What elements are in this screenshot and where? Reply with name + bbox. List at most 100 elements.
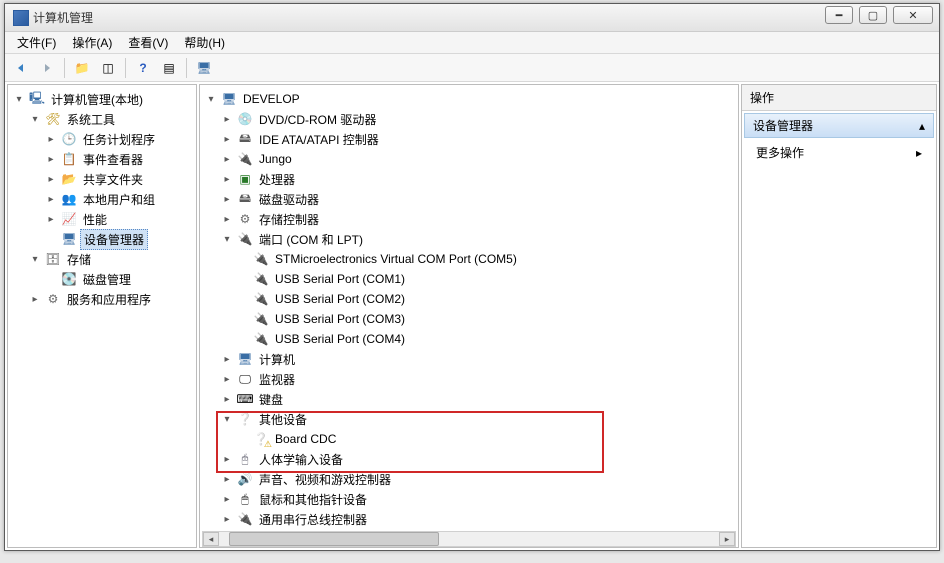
expander-icon[interactable]: ▾ — [220, 232, 234, 246]
scroll-left-button[interactable]: ◂ — [203, 532, 219, 546]
device-node-usb[interactable]: ▸ 🔌 通用串行总线控制器 — [202, 509, 736, 529]
device-node-ide[interactable]: ▸ 🖴 IDE ATA/ATAPI 控制器 — [202, 129, 736, 149]
scroll-thumb[interactable] — [229, 532, 439, 546]
expander-icon[interactable]: ▸ — [44, 192, 58, 206]
expander-icon[interactable]: ▾ — [12, 92, 26, 106]
maximize-button[interactable]: ▢ — [859, 6, 887, 24]
expander-icon[interactable]: ▸ — [44, 152, 58, 166]
device-node-board-cdc[interactable]: · ❔ Board CDC — [202, 429, 736, 449]
node-label: 端口 (COM 和 LPT) — [256, 230, 366, 249]
content-area: ▾ 🖳 计算机管理(本地) ▾ 🛠 系统工具 — [5, 82, 939, 550]
action-label: 更多操作 — [756, 144, 804, 161]
tree-node-shared-folders[interactable]: ▸ 📂 共享文件夹 — [10, 169, 194, 189]
expander-icon[interactable]: ▸ — [28, 292, 42, 306]
menu-help[interactable]: 帮助(H) — [176, 32, 233, 53]
tree-node-system-tools[interactable]: ▾ 🛠 系统工具 — [10, 109, 194, 129]
tree-node-event-viewer[interactable]: ▸ 📋 事件查看器 — [10, 149, 194, 169]
tree-node-root[interactable]: ▾ 🖳 计算机管理(本地) — [10, 89, 194, 109]
expander-icon[interactable]: ▸ — [44, 132, 58, 146]
device-node-computer[interactable]: ▸ 🖥 计算机 — [202, 349, 736, 369]
node-label: USB Serial Port (COM1) — [272, 271, 408, 287]
help-button[interactable]: ? — [131, 57, 155, 79]
tree-node-task-scheduler[interactable]: ▸ 🕒 任务计划程序 — [10, 129, 194, 149]
expander-icon[interactable]: ▸ — [220, 372, 234, 386]
menu-view[interactable]: 查看(V) — [120, 32, 176, 53]
menu-action[interactable]: 操作(A) — [64, 32, 120, 53]
horizontal-scrollbar[interactable]: ◂ ▸ — [202, 531, 736, 547]
scroll-right-button[interactable]: ▸ — [719, 532, 735, 546]
expander-icon[interactable]: ▾ — [28, 112, 42, 126]
console-tree[interactable]: ▾ 🖳 计算机管理(本地) ▾ 🛠 系统工具 — [7, 84, 197, 548]
device-node-hid[interactable]: ▸ 🖰 人体学输入设备 — [202, 449, 736, 469]
expander-icon[interactable]: ▸ — [220, 392, 234, 406]
users-icon: 👥 — [61, 191, 77, 207]
back-button[interactable] — [9, 57, 33, 79]
scroll-track[interactable] — [219, 532, 719, 546]
tree-node-device-manager[interactable]: · 🖥 设备管理器 — [10, 229, 194, 249]
device-node-com-port[interactable]: · 🔌 STMicroelectronics Virtual COM Port … — [202, 249, 736, 269]
toolbar-separator — [186, 58, 187, 78]
computer-icon: 🖥 — [237, 351, 253, 367]
device-node-mouse[interactable]: ▸ 🖱 鼠标和其他指针设备 — [202, 489, 736, 509]
eventvwr-icon: 📋 — [61, 151, 77, 167]
device-node-root[interactable]: ▾ 🖥 DEVELOP — [202, 89, 736, 109]
expander-icon[interactable]: ▾ — [28, 252, 42, 266]
device-tree[interactable]: ▾ 🖥 DEVELOP ▸ 💿 DVD/CD-ROM 驱动器 ▸ — [200, 85, 738, 531]
device-node-com-port[interactable]: · 🔌 USB Serial Port (COM3) — [202, 309, 736, 329]
device-node-jungo[interactable]: ▸ 🔌 Jungo — [202, 149, 736, 169]
actions-group-header[interactable]: 设备管理器 ▴ — [744, 113, 934, 138]
expander-icon[interactable]: ▸ — [220, 352, 234, 366]
node-label: 共享文件夹 — [80, 170, 146, 189]
expander-icon[interactable]: ▸ — [220, 512, 234, 526]
device-node-keyboard[interactable]: ▸ ⌨ 键盘 — [202, 389, 736, 409]
shared-icon: 📂 — [61, 171, 77, 187]
device-node-dvd[interactable]: ▸ 💿 DVD/CD-ROM 驱动器 — [202, 109, 736, 129]
expander-icon[interactable]: ▸ — [220, 152, 234, 166]
scan-hardware-button[interactable]: 🖥 — [192, 57, 216, 79]
expander-icon[interactable]: ▸ — [220, 192, 234, 206]
device-node-com-port[interactable]: · 🔌 USB Serial Port (COM2) — [202, 289, 736, 309]
device-node-disk-drives[interactable]: ▸ 🖴 磁盘驱动器 — [202, 189, 736, 209]
tree-node-local-users[interactable]: ▸ 👥 本地用户和组 — [10, 189, 194, 209]
node-label: USB Serial Port (COM4) — [272, 331, 408, 347]
up-button[interactable]: 📁 — [70, 57, 94, 79]
device-node-monitor[interactable]: ▸ 🖵 监视器 — [202, 369, 736, 389]
show-hide-tree-button[interactable]: ◫ — [96, 57, 120, 79]
device-node-storage-controllers[interactable]: ▸ ⚙ 存储控制器 — [202, 209, 736, 229]
expander-icon[interactable]: ▸ — [220, 492, 234, 506]
node-label: 处理器 — [256, 170, 298, 189]
expander-icon[interactable]: ▾ — [220, 412, 234, 426]
expander-icon[interactable]: ▸ — [220, 132, 234, 146]
expander-icon[interactable]: ▸ — [220, 452, 234, 466]
device-node-com-port[interactable]: · 🔌 USB Serial Port (COM1) — [202, 269, 736, 289]
tree-node-storage[interactable]: ▾ 🗄 存储 — [10, 249, 194, 269]
monitor-icon: 🖵 — [237, 371, 253, 387]
storage-icon: 🗄 — [45, 251, 61, 267]
dvd-icon: 💿 — [237, 111, 253, 127]
expander-icon[interactable]: ▸ — [220, 472, 234, 486]
other-devices-icon: ❔ — [237, 411, 253, 427]
minimize-button[interactable]: ━ — [825, 6, 853, 24]
device-node-com-port[interactable]: · 🔌 USB Serial Port (COM4) — [202, 329, 736, 349]
device-node-ports[interactable]: ▾ 🔌 端口 (COM 和 LPT) — [202, 229, 736, 249]
main-window: 计算机管理 ━ ▢ ✕ 文件(F) 操作(A) 查看(V) 帮助(H) 📁 ◫ … — [4, 3, 940, 551]
properties-button[interactable]: ▤ — [157, 57, 181, 79]
device-node-cpu[interactable]: ▸ ▣ 处理器 — [202, 169, 736, 189]
forward-button[interactable] — [35, 57, 59, 79]
tree-node-performance[interactable]: ▸ 📈 性能 — [10, 209, 194, 229]
expander-icon[interactable]: ▸ — [220, 112, 234, 126]
expander-icon[interactable]: ▸ — [220, 172, 234, 186]
expander-icon[interactable]: ▾ — [204, 92, 218, 106]
menu-file[interactable]: 文件(F) — [9, 32, 64, 53]
action-more[interactable]: 更多操作 ▸ — [742, 140, 936, 165]
device-node-sound[interactable]: ▸ 🔊 声音、视频和游戏控制器 — [202, 469, 736, 489]
device-node-other-devices[interactable]: ▾ ❔ 其他设备 — [202, 409, 736, 429]
expander-icon[interactable]: ▸ — [44, 212, 58, 226]
collapse-icon[interactable]: ▴ — [919, 119, 925, 133]
expander-icon[interactable]: ▸ — [220, 212, 234, 226]
titlebar[interactable]: 计算机管理 ━ ▢ ✕ — [5, 4, 939, 32]
expander-icon[interactable]: ▸ — [44, 172, 58, 186]
tree-node-services-apps[interactable]: ▸ ⚙ 服务和应用程序 — [10, 289, 194, 309]
close-button[interactable]: ✕ — [893, 6, 933, 24]
tree-node-disk-management[interactable]: · 💽 磁盘管理 — [10, 269, 194, 289]
